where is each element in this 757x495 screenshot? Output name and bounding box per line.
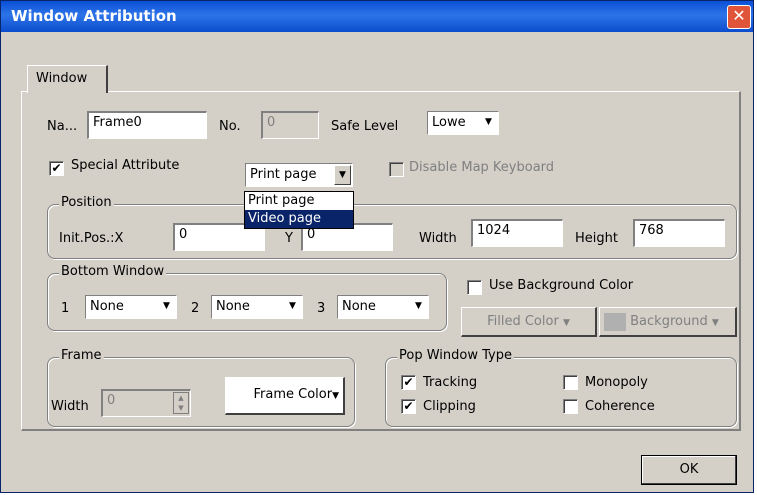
bottom-window-3-select[interactable]: None ▼ xyxy=(337,295,429,319)
safe-level-label: Safe Level xyxy=(331,119,399,134)
bottom-window-1-label: 1 xyxy=(61,301,70,316)
chevron-down-icon[interactable]: ▼ xyxy=(334,165,351,185)
special-attribute-label: Special Attribute xyxy=(71,158,180,173)
name-input[interactable]: Frame0 xyxy=(87,111,207,139)
chevron-down-icon[interactable]: ▼ xyxy=(174,403,188,413)
page-type-value: Print page xyxy=(250,167,317,182)
pos-y-label: Y xyxy=(285,231,293,246)
chevron-down-icon[interactable]: ▼ xyxy=(158,297,175,317)
page-type-select[interactable]: Print page ▼ xyxy=(245,163,353,187)
close-button[interactable]: ✕ xyxy=(727,5,751,29)
monopoly-checkbox[interactable] xyxy=(563,375,578,390)
bottom-window-2-label: 2 xyxy=(191,301,200,316)
frame-width-spinner[interactable]: 0 ▲ ▼ xyxy=(101,389,191,417)
use-background-color-checkbox[interactable] xyxy=(467,280,482,295)
tab-window-label: Window xyxy=(36,71,88,86)
title-bar[interactable]: Window Attribution ✕ xyxy=(1,1,753,32)
safe-level-value: Lowe xyxy=(432,115,466,130)
bottom-window-3-label: 3 xyxy=(317,301,326,316)
chevron-down-icon: ▼ xyxy=(711,318,719,328)
name-label: Na... xyxy=(47,119,78,134)
page-type-option-print[interactable]: Print page xyxy=(245,192,353,210)
tracking-checkbox[interactable]: ✔ xyxy=(401,375,416,390)
width-label: Width xyxy=(419,231,457,246)
filled-color-label: Filled Color xyxy=(487,314,559,329)
frame-color-button[interactable]: Frame Color▼ xyxy=(225,377,345,415)
window-attribution-dialog: Window Attribution ✕ Window Na... Frame0… xyxy=(0,0,754,493)
chevron-up-icon[interactable]: ▲ xyxy=(174,393,188,403)
disable-map-keyboard-checkbox xyxy=(389,162,404,177)
spinner-arrows[interactable]: ▲ ▼ xyxy=(173,392,189,414)
background-label: Background xyxy=(630,314,708,329)
no-field: 0 xyxy=(261,111,319,139)
frame-width-label: Width xyxy=(51,399,89,414)
tracking-label: Tracking xyxy=(423,375,478,390)
coherence-label: Coherence xyxy=(585,399,655,414)
height-input[interactable]: 768 xyxy=(633,219,725,247)
background-button: Background ▼ xyxy=(599,307,737,337)
bottom-window-3-value: None xyxy=(342,299,376,314)
frame-group-title: Frame xyxy=(59,348,104,363)
no-label: No. xyxy=(219,119,241,134)
bottom-window-1-select[interactable]: None ▼ xyxy=(85,295,177,319)
height-label: Height xyxy=(575,231,618,246)
use-background-color-label: Use Background Color xyxy=(489,278,634,293)
clipping-label: Clipping xyxy=(423,399,476,414)
monopoly-label: Monopoly xyxy=(585,375,648,390)
page-type-dropdown-list: Print page Video page xyxy=(244,191,354,229)
pop-window-type-group xyxy=(385,357,737,427)
special-attribute-checkbox[interactable]: ✔ xyxy=(49,161,64,176)
bottom-window-2-value: None xyxy=(216,299,250,314)
chevron-down-icon[interactable]: ▼ xyxy=(284,297,301,317)
color-swatch xyxy=(604,312,626,331)
coherence-checkbox[interactable] xyxy=(563,399,578,414)
chevron-down-icon: ▼ xyxy=(562,318,570,328)
bottom-window-1-value: None xyxy=(90,299,124,314)
frame-width-value: 0 xyxy=(107,393,116,408)
frame-color-label: Frame Color xyxy=(253,387,333,402)
position-group-title: Position xyxy=(59,195,114,210)
bottom-window-group-title: Bottom Window xyxy=(59,264,167,279)
chevron-down-icon[interactable]: ▼ xyxy=(410,297,427,317)
pop-window-type-title: Pop Window Type xyxy=(397,348,514,363)
bottom-window-2-select[interactable]: None ▼ xyxy=(211,295,303,319)
disable-map-keyboard-label: Disable Map Keyboard xyxy=(409,160,555,175)
width-input[interactable]: 1024 xyxy=(471,219,563,247)
tab-window[interactable]: Window xyxy=(27,65,108,93)
page-type-option-video[interactable]: Video page xyxy=(245,210,353,228)
filled-color-button: Filled Color ▼ xyxy=(461,307,597,337)
init-pos-x-label: Init.Pos.:X xyxy=(59,231,124,246)
dialog-title: Window Attribution xyxy=(11,7,177,25)
chevron-down-icon[interactable]: ▼ xyxy=(480,113,497,133)
ok-button[interactable]: OK xyxy=(641,455,737,485)
clipping-checkbox[interactable]: ✔ xyxy=(401,399,416,414)
chevron-down-icon: ▼ xyxy=(332,391,339,401)
safe-level-select[interactable]: Lowe ▼ xyxy=(427,111,499,135)
